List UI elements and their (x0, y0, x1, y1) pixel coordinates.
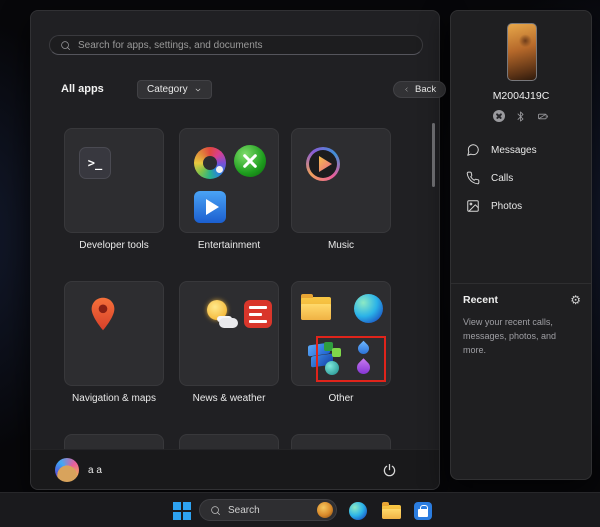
map-pin-icon (90, 295, 116, 333)
category-tile-news-weather[interactable] (179, 281, 279, 386)
taskbar-file-explorer-button[interactable] (381, 501, 401, 521)
terminal-icon: >_ (79, 147, 111, 179)
phone-shortcut-calls[interactable]: Calls (459, 165, 583, 191)
taskbar: Search (0, 492, 600, 527)
category-dropdown-label: Category (147, 84, 188, 95)
search-icon (60, 40, 71, 51)
start-scrollbar[interactable] (432, 123, 435, 187)
folder-icon (301, 297, 331, 320)
category-label-news-weather: News & weather (179, 393, 279, 404)
bluetooth-icon (515, 110, 526, 123)
weather-icon (206, 299, 238, 331)
device-name-label: M2004J19C (451, 90, 591, 102)
category-label-developer-tools: Developer tools (64, 240, 164, 251)
annotation-highlight-box (316, 336, 386, 382)
category-tile-navigation-maps[interactable] (64, 281, 164, 386)
recent-title: Recent (463, 294, 498, 306)
back-button-label: Back (415, 84, 436, 95)
edge-icon (349, 502, 367, 520)
recent-settings-gear-icon[interactable]: ⚙ (570, 294, 581, 306)
xbox-icon (234, 145, 266, 177)
desktop: All apps Category Back >_ Developer tool… (0, 0, 600, 527)
chevron-left-icon (403, 86, 410, 93)
taskbar-store-button[interactable] (413, 501, 433, 521)
category-tile-music[interactable] (291, 128, 391, 233)
category-tile-entertainment[interactable] (179, 128, 279, 233)
taskbar-search-label: Search (228, 505, 310, 516)
taskbar-edge-button[interactable] (348, 501, 368, 521)
category-label-music: Music (291, 240, 391, 251)
chevron-down-icon (194, 86, 202, 94)
phone-panel-divider (451, 283, 591, 284)
phone-screen-thumbnail[interactable] (507, 23, 537, 81)
file-explorer-icon (382, 505, 401, 519)
power-icon (382, 463, 397, 478)
start-user-bar: a a (31, 449, 439, 489)
start-search-input[interactable] (78, 40, 412, 51)
category-label-navigation-maps: Navigation & maps (64, 393, 164, 404)
start-search-bar[interactable] (49, 35, 423, 55)
recent-description: View your recent calls, messages, photos… (463, 316, 577, 358)
photos-label: Photos (491, 201, 522, 212)
back-button[interactable]: Back (393, 81, 446, 98)
recent-header: Recent ⚙ (463, 292, 581, 308)
search-highlight-image (317, 502, 333, 518)
taskbar-search-box[interactable]: Search (199, 499, 337, 521)
all-apps-header: All apps Category Back (61, 80, 427, 100)
category-label-other: Other (291, 393, 391, 404)
windows-logo-icon (173, 502, 191, 520)
all-apps-label: All apps (61, 83, 104, 95)
movies-tv-icon (194, 191, 226, 223)
user-name-label: a a (88, 465, 102, 476)
start-button[interactable] (172, 501, 192, 521)
battery-icon (536, 111, 550, 122)
phone-link-panel: M2004J19C Messages Calls (450, 10, 592, 480)
phone-shortcut-photos[interactable]: Photos (459, 193, 583, 219)
calls-label: Calls (491, 173, 513, 184)
paint-icon (194, 147, 226, 179)
messages-icon (466, 143, 480, 157)
disconnected-icon (493, 110, 505, 122)
phone-shortcut-messages[interactable]: Messages (459, 137, 583, 163)
news-icon (244, 300, 272, 328)
media-player-icon (306, 147, 340, 181)
category-tile-developer-tools[interactable]: >_ (64, 128, 164, 233)
microsoft-store-icon (414, 502, 432, 520)
messages-label: Messages (491, 145, 537, 156)
user-avatar (55, 458, 79, 482)
calls-icon (466, 171, 480, 185)
search-icon (210, 505, 221, 516)
edge-icon (354, 294, 383, 323)
phone-status-row (451, 109, 591, 123)
power-button[interactable] (377, 458, 401, 482)
category-label-entertainment: Entertainment (179, 240, 279, 251)
photos-icon (466, 199, 480, 213)
terminal-prompt-glyph: >_ (88, 156, 102, 170)
category-dropdown[interactable]: Category (137, 80, 212, 99)
user-profile-button[interactable]: a a (55, 458, 102, 482)
start-menu-panel: All apps Category Back >_ Developer tool… (30, 10, 440, 490)
